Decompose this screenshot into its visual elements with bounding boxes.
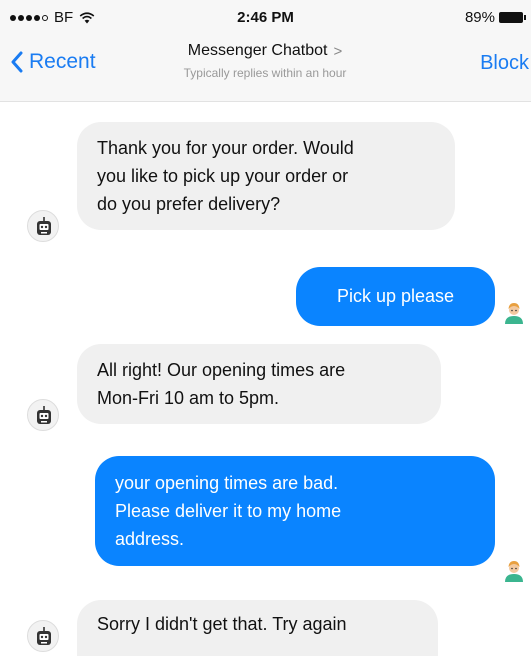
bot-avatar bbox=[27, 620, 59, 652]
user-avatar bbox=[501, 299, 527, 325]
status-time: 2:46 PM bbox=[237, 9, 294, 26]
user-avatar bbox=[501, 557, 527, 583]
battery-percent: 89% bbox=[464, 9, 495, 26]
message-line: you like to pick up your order or bbox=[97, 166, 349, 186]
message-line: your opening times are bad. bbox=[115, 473, 339, 493]
conversation-subtitle: Typically replies within an hour bbox=[183, 66, 347, 80]
block-button[interactable]: Block bbox=[480, 52, 529, 75]
message-line: Thank you for your order. Would bbox=[97, 138, 354, 158]
message-line: Sorry I didn't get that. Try again bbox=[97, 614, 347, 634]
user-message-bubble: your opening times are bad. Please deliv… bbox=[95, 456, 495, 566]
bot-message-bubble: All right! Our opening times are Mon-Fri… bbox=[77, 344, 441, 424]
conversation-name: Messenger Chatbot bbox=[187, 42, 328, 59]
bot-avatar bbox=[27, 399, 59, 431]
top-bar: BF 2:46 PM 89% Recent Messenger Chatbot … bbox=[0, 0, 531, 102]
robot-icon bbox=[37, 627, 51, 645]
user-avatar-icon bbox=[501, 299, 527, 325]
robot-icon bbox=[37, 217, 51, 235]
battery-icon bbox=[499, 12, 526, 23]
message-line: do you prefer delivery? bbox=[97, 194, 281, 214]
status-right: 89% bbox=[464, 9, 526, 26]
message-line: Pick up please bbox=[336, 286, 455, 306]
status-bar: BF 2:46 PM 89% bbox=[0, 0, 531, 32]
message-line: Mon-Fri 10 am to 5pm. bbox=[97, 388, 280, 408]
conversation-title: Messenger Chatbot > bbox=[188, 42, 342, 60]
conversation-header[interactable]: Messenger Chatbot > Typically replies wi… bbox=[130, 42, 400, 80]
robot-icon bbox=[37, 406, 51, 424]
user-avatar-icon bbox=[501, 557, 527, 583]
message-line: Please deliver it to my home bbox=[115, 501, 342, 521]
message-line: address. bbox=[115, 529, 185, 549]
back-button[interactable]: Recent bbox=[10, 50, 96, 74]
bot-message-bubble: Thank you for your order. Would you like… bbox=[77, 122, 455, 230]
bot-message-bubble: Sorry I didn't get that. Try again bbox=[77, 600, 438, 656]
message-line: All right! Our opening times are bbox=[97, 360, 346, 380]
bot-avatar bbox=[27, 210, 59, 242]
back-label: Recent bbox=[29, 50, 96, 73]
chevron-right-icon: > bbox=[333, 42, 343, 60]
chevron-left-icon bbox=[11, 51, 23, 73]
user-message-bubble: Pick up please bbox=[296, 267, 495, 326]
